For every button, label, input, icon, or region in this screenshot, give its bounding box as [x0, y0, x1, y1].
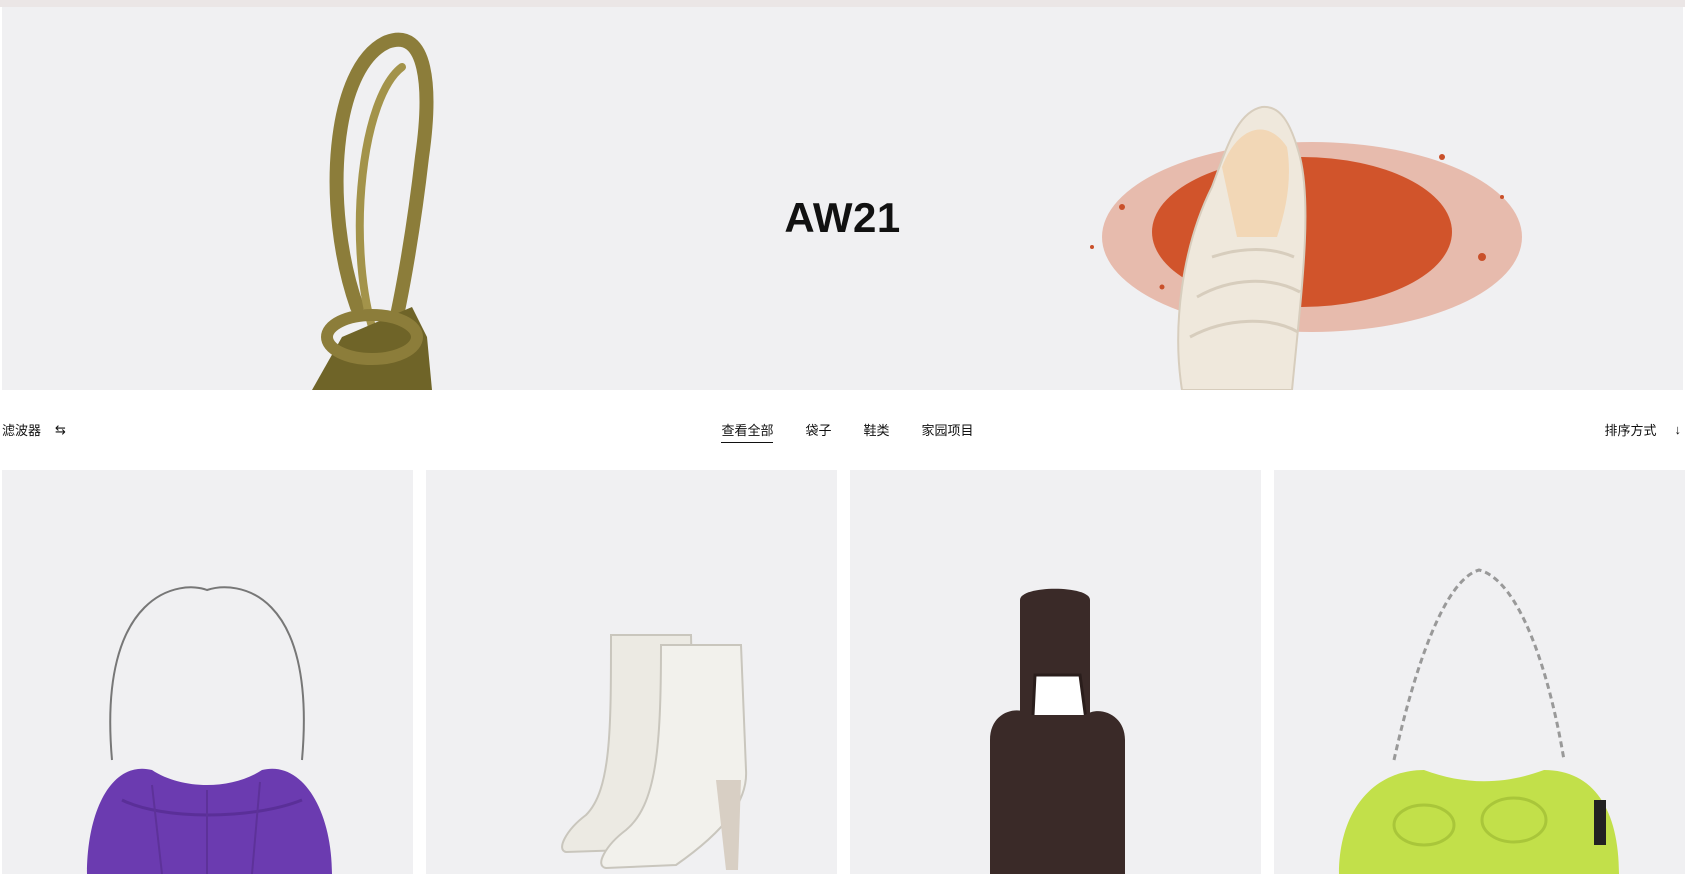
category-tabs: 查看全部 袋子 鞋类 家园项目 — [0, 420, 1685, 443]
cream-loafer-image — [1090, 105, 1522, 390]
product-card[interactable] — [2, 470, 413, 874]
purple-shoulder-bag-image — [87, 586, 332, 874]
lime-puffer-bag-image — [1339, 568, 1619, 874]
sort-label: 排序方式 — [1604, 423, 1657, 438]
brown-bottle-bag-image — [990, 588, 1125, 874]
tab-bags[interactable]: 袋子 — [805, 420, 831, 443]
product-card[interactable] — [850, 470, 1261, 874]
filter-toolbar: 滤波器 ⇆ 查看全部 袋子 鞋类 家园项目 排序方式 ↓ — [0, 410, 1685, 450]
sort-button[interactable]: 排序方式 ↓ — [1604, 420, 1681, 439]
tab-home-projects[interactable]: 家园项目 — [922, 420, 974, 443]
product-card[interactable] — [1274, 470, 1685, 874]
arrow-down-icon: ↓ — [1674, 422, 1682, 437]
product-card[interactable] — [426, 470, 837, 874]
tab-footwear[interactable]: 鞋类 — [864, 420, 890, 443]
top-divider — [0, 0, 1685, 7]
white-ankle-boots-image — [561, 634, 748, 870]
tab-view-all[interactable]: 查看全部 — [721, 420, 774, 443]
product-grid — [0, 470, 1685, 874]
hero-banner: AW21 — [2, 7, 1683, 390]
